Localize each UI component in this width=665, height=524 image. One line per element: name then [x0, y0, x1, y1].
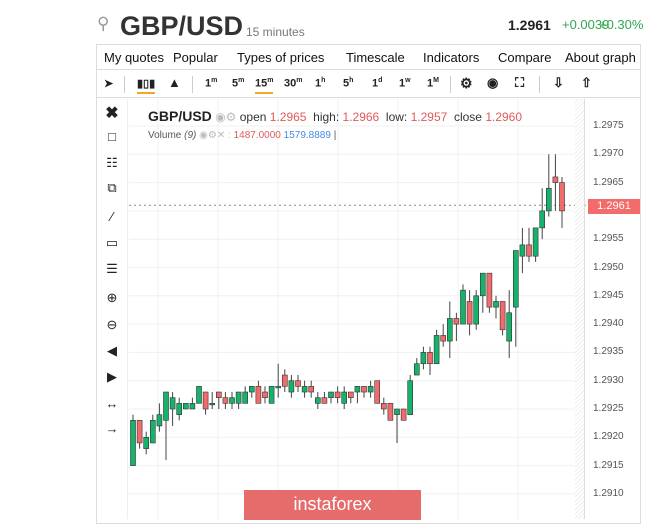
trend-line-icon[interactable]: ∕: [103, 209, 121, 224]
zoom-in-icon[interactable]: ⊕: [103, 290, 121, 306]
volume-ma-value: 1579.8889: [283, 130, 331, 141]
divider: [539, 76, 540, 93]
zoom-out-icon[interactable]: ⊖: [103, 317, 121, 333]
download-icon[interactable]: ⇩: [553, 75, 564, 91]
price-tick: 1.2930: [593, 374, 624, 386]
volume-period: (9): [184, 130, 197, 141]
price-tick: 1.2970: [593, 148, 624, 160]
price-tick: 1.2955: [593, 233, 624, 245]
menu-timescale[interactable]: Timescale: [346, 50, 405, 65]
menu-bar: My quotes Popular Types of prices Timesc…: [97, 45, 640, 70]
rectangle-icon[interactable]: ▭: [103, 235, 121, 251]
timeframe-label: 15 minutes: [246, 25, 305, 39]
zoom-fit-icon[interactable]: →: [103, 421, 121, 436]
tf-1w[interactable]: 1w: [399, 77, 411, 90]
tf-5m[interactable]: 5m: [232, 77, 244, 90]
tf-1m[interactable]: 1m: [205, 77, 217, 90]
upload-icon[interactable]: ⇧: [581, 75, 592, 91]
volume-value: 1487.0000: [233, 130, 281, 141]
area-chart-icon[interactable]: ▲: [168, 75, 181, 90]
price-tick: 1.2910: [593, 487, 624, 499]
symbol-title[interactable]: GBP/USD: [120, 11, 243, 42]
candles-icon[interactable]: ▮▯▮: [137, 77, 156, 94]
open-label: open: [239, 110, 267, 124]
toolbar: ➤ ▮▯▮ ▲ 1m 5m 15m 30m 1h 5h 1d 1w 1M ⚙ ◉…: [97, 71, 640, 98]
last-price: 1.2961: [508, 17, 551, 33]
price-tick: 1.2945: [593, 289, 624, 301]
menu-popular[interactable]: Popular: [173, 50, 218, 65]
close-icon[interactable]: ✖: [103, 103, 121, 123]
tf-1d[interactable]: 1d: [372, 77, 382, 90]
copy-icon[interactable]: ⧉: [103, 180, 121, 196]
price-tick: 1.2915: [593, 459, 624, 471]
menu-compare[interactable]: Compare: [498, 50, 551, 65]
drawing-tools: ✖ □ ☷ ⧉ ∕ ▭ ☰ ⊕ ⊖ ◀ ▶ ↔ →: [97, 99, 128, 519]
search-icon[interactable]: ⚲: [97, 14, 109, 34]
gear-icon[interactable]: ⚙: [208, 130, 217, 141]
close-icon[interactable]: ✕: [217, 130, 225, 141]
menu-about-graph[interactable]: About graph: [565, 50, 636, 65]
scroll-left-icon[interactable]: ◀: [103, 343, 121, 359]
divider: [192, 76, 193, 93]
eye-icon[interactable]: ◉: [199, 130, 208, 141]
cursor-icon[interactable]: ➤: [104, 77, 113, 90]
menu-indicators[interactable]: Indicators: [423, 50, 479, 65]
low-value: 1.2957: [410, 110, 448, 124]
menu-types-of-prices[interactable]: Types of prices: [237, 50, 324, 65]
tf-1h[interactable]: 1h: [315, 77, 325, 90]
price-tick: 1.2920: [593, 431, 624, 443]
price-axis[interactable]: 1.29751.29701.29651.29601.29551.29501.29…: [584, 99, 640, 519]
close-label: close: [453, 110, 482, 124]
high-value: 1.2966: [342, 110, 380, 124]
right-margin: [575, 99, 584, 519]
horizontal-lines-icon[interactable]: ☰: [103, 261, 121, 277]
delete-drawings-icon[interactable]: □: [103, 129, 121, 144]
ohlc-legend: GBP/USD ◉⚙ open 1.2965 high: 1.2966 low:…: [148, 108, 522, 124]
scroll-right-icon[interactable]: ▶: [103, 369, 121, 385]
low-label: low:: [385, 110, 408, 124]
tf-15m[interactable]: 15m: [255, 77, 274, 94]
delete-indicators-icon[interactable]: ☷: [103, 155, 121, 171]
fullscreen-icon[interactable]: ⛶: [515, 75, 524, 91]
instaforex-logo: instaforex: [244, 490, 421, 520]
gear-icon[interactable]: ⚙: [226, 110, 237, 124]
price-change-pct: +0.30%: [599, 17, 644, 32]
separator: :: [228, 130, 231, 141]
camera-icon[interactable]: ◉: [487, 75, 498, 91]
tf-1M[interactable]: 1M: [427, 77, 439, 90]
price-tick: 1.2965: [593, 176, 624, 188]
close-value: 1.2960: [485, 110, 523, 124]
tf-5h[interactable]: 5h: [343, 77, 353, 90]
price-tick: 1.2935: [593, 346, 624, 358]
current-price-tag: 1.2961: [588, 199, 640, 214]
legend-symbol: GBP/USD: [148, 108, 212, 124]
divider: [124, 76, 125, 93]
volume-label: Volume: [148, 130, 182, 141]
gear-icon[interactable]: ⚙: [460, 75, 473, 92]
zoom-expand-icon[interactable]: ↔: [103, 396, 121, 411]
price-tick: 1.2940: [593, 318, 624, 330]
price-tick: 1.2925: [593, 403, 624, 414]
tf-30m[interactable]: 30m: [284, 77, 302, 90]
open-value: 1.2965: [269, 110, 307, 124]
menu-my-quotes[interactable]: My quotes: [104, 50, 164, 65]
divider: [450, 76, 451, 93]
high-label: high:: [313, 110, 340, 124]
volume-legend: Volume (9) ◉⚙✕ : 1487.0000 1579.8889 |: [148, 130, 337, 141]
price-tick: 1.2975: [593, 120, 624, 131]
eye-icon[interactable]: ◉: [215, 110, 225, 124]
price-tick: 1.2950: [593, 261, 624, 273]
